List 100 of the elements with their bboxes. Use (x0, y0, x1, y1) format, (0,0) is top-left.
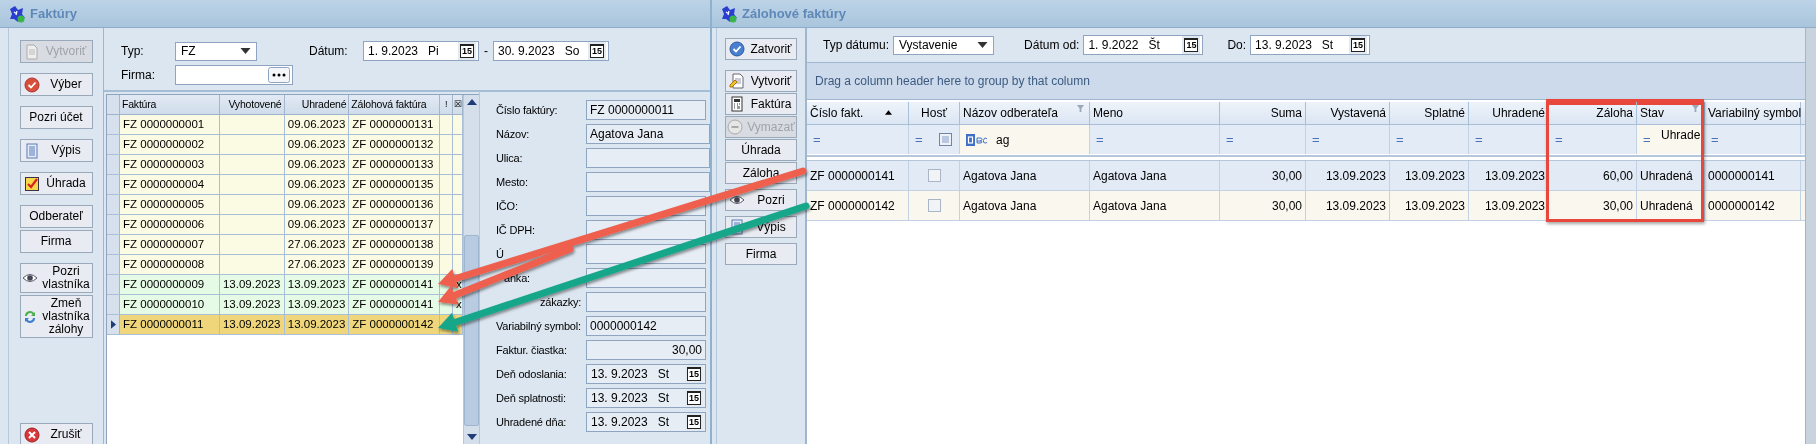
filter-operator[interactable]: = (1711, 132, 1719, 147)
date-value: 13. 9.2023 St (591, 415, 670, 429)
column-header[interactable]: Meno (1090, 102, 1220, 124)
text-field[interactable]: FZ 0000000011 (586, 100, 706, 120)
checkbox[interactable] (927, 199, 941, 212)
field-label: Variabilný symbol: (496, 320, 581, 332)
toolbar-button[interactable]: Úhrada (19, 172, 93, 195)
column-header[interactable]: Uhradené (1469, 102, 1549, 124)
type-dropdown[interactable]: FZ (175, 41, 257, 61)
column-header[interactable]: Suma (1220, 102, 1306, 124)
calendar-button[interactable]: 15 (687, 391, 701, 405)
text-field[interactable]: Agatova Jana (586, 124, 710, 144)
company-field[interactable] (175, 65, 293, 85)
date-field[interactable]: 1. 9.2022 Št 15 (1083, 35, 1204, 55)
filter-icon (1692, 105, 1699, 112)
range-separator: - (484, 44, 488, 58)
filter-operator[interactable]: = (1555, 132, 1563, 147)
table-row[interactable]: FZ 0000000011 13.09.2023 13.09.2023 ZF 0000000142 (107, 315, 463, 335)
toolbar-button[interactable]: Zatvoriť (725, 38, 797, 60)
filter-value[interactable]: Uhrade (1661, 128, 1701, 142)
column-header[interactable]: Zálohová faktúra (349, 95, 441, 114)
date-field[interactable]: 1. 9.2023 Pi 15 (363, 41, 479, 61)
toolbar-button[interactable]: Firma (19, 230, 93, 253)
filter-checkbox[interactable] (938, 133, 952, 146)
column-header[interactable]: Názov odberateľa (960, 102, 1090, 124)
table-row[interactable]: FZ 0000000002 09.06.2023 ZF 0000000132 (107, 135, 463, 155)
calendar-button[interactable]: 15 (687, 415, 701, 429)
calendar-button[interactable]: 15 (1351, 38, 1366, 52)
table-row[interactable]: ZF 0000000141 Agatova Jana Agatova Jana 30,00 13.09.2023 13.09.2023 13.09.2023 60,00 Uhradená 0000000141 (807, 161, 1805, 191)
table-cell: 13.09.2023 (219, 295, 285, 314)
date-type-dropdown[interactable]: Vystavenie (893, 35, 995, 55)
filter-operator[interactable]: = (1096, 132, 1104, 147)
table-cell: Agatova Jana (960, 161, 1090, 190)
table-row[interactable]: FZ 0000000001 09.06.2023 ZF 0000000131 (107, 115, 463, 135)
table-row[interactable]: FZ 0000000004 09.06.2023 ZF 0000000135 (107, 175, 463, 195)
filter-operator[interactable]: = (1226, 132, 1234, 147)
column-header[interactable]: Faktúra (120, 95, 220, 114)
toolbar-button[interactable]: Pozri vlastníka (19, 263, 93, 293)
column-header[interactable]: Splatné (1390, 102, 1469, 124)
table-row[interactable]: FZ 0000000008 27.06.2023 ZF 0000000139 (107, 255, 463, 275)
table-cell: FZ 0000000007 (120, 235, 220, 254)
toolbar-button[interactable]: Výpis (19, 139, 93, 162)
filter-operator[interactable]: = (813, 132, 821, 147)
scroll-down-icon[interactable] (466, 434, 477, 440)
toolbar-button[interactable]: Vytvoriť (725, 70, 797, 92)
toolbar-button[interactable]: Faktúra (725, 93, 797, 115)
table-row[interactable]: FZ 0000000003 09.06.2023 ZF 0000000133 (107, 155, 463, 175)
column-header[interactable]: Záloha (1549, 102, 1637, 124)
filter-operator[interactable]: = (1643, 132, 1651, 147)
scroll-up-icon[interactable] (466, 99, 477, 105)
amount-field[interactable]: 30,00 (586, 340, 706, 360)
date-field[interactable]: 13. 9.2023 St 15 (586, 364, 706, 384)
column-header[interactable]: Číslo fakt. (807, 102, 909, 124)
filter-operator[interactable]: = (1475, 132, 1483, 147)
text-field[interactable] (586, 148, 710, 168)
calendar-button[interactable]: 15 (687, 367, 701, 381)
toolbar-button[interactable]: Úhrada (725, 139, 797, 161)
column-header[interactable]: Stav (1637, 102, 1705, 124)
text-field[interactable] (586, 172, 710, 192)
column-header[interactable]: Uhradené (284, 95, 350, 114)
text-field[interactable] (586, 292, 706, 312)
field-label: Typ dátumu: (823, 38, 890, 52)
toolbar-button[interactable]: Odberateľ (19, 205, 93, 228)
table-cell: ZF 0000000131 (349, 115, 441, 134)
table-row[interactable]: ZF 0000000142 Agatova Jana Agatova Jana 30,00 13.09.2023 13.09.2023 13.09.2023 30,00 Uhradená 0000000142 (807, 191, 1805, 221)
date-field[interactable]: 13. 9.2023 St 15 (586, 388, 706, 408)
date-field[interactable]: 13. 9.2023 St 15 (1250, 35, 1371, 55)
filter-operator[interactable]: = (1396, 132, 1404, 147)
table-row[interactable]: FZ 0000000005 09.06.2023 ZF 0000000136 (107, 195, 463, 215)
date-field[interactable]: 13. 9.2023 St 15 (586, 412, 706, 432)
toolbar-button[interactable]: Pozri účet (19, 106, 93, 129)
field-label: zákazky: (540, 296, 582, 308)
toolbar-button[interactable]: Firma (725, 243, 797, 265)
filter-value[interactable]: ag (996, 132, 1010, 147)
calendar-button[interactable]: 15 (460, 44, 474, 58)
table-cell: 13.09.2023 (219, 315, 285, 334)
table-cell: 13.09.2023 (1306, 191, 1390, 220)
filter-operator[interactable]: = (915, 132, 923, 147)
table-cell: 09.06.2023 (284, 115, 350, 134)
table-row[interactable]: FZ 0000000009 13.09.2023 13.09.2023 ZF 0000000141 x (107, 275, 463, 295)
date-field[interactable]: 30. 9.2023 So 15 (493, 41, 609, 61)
toolbar-button[interactable]: Zmeň vlastníka zálohy (19, 295, 93, 338)
ellipsis-button[interactable] (268, 67, 290, 83)
table-row[interactable]: FZ 0000000010 13.09.2023 13.09.2023 ZF 0000000141 x (107, 295, 463, 315)
table-cell: 13.09.2023 (284, 315, 350, 334)
column-header[interactable]: ! (440, 95, 454, 114)
toolbar-button[interactable]: Výber (19, 73, 93, 96)
text-field[interactable]: 0000000142 (586, 316, 706, 336)
filter-operator[interactable]: = (1312, 132, 1320, 147)
calendar-button[interactable]: 15 (590, 44, 604, 58)
scrollbar[interactable] (463, 95, 479, 444)
column-header[interactable]: Vyhotovené (219, 95, 285, 114)
checkbox[interactable] (927, 169, 941, 182)
toolbar-button[interactable]: Zrušiť (19, 423, 93, 444)
table-row[interactable]: FZ 0000000006 09.06.2023 ZF 0000000137 (107, 215, 463, 235)
column-header[interactable]: Variabilný symbol (1705, 102, 1801, 124)
calendar-button[interactable]: 15 (1184, 38, 1199, 52)
column-header[interactable]: Hosť (909, 102, 960, 124)
table-row[interactable]: FZ 0000000007 27.06.2023 ZF 0000000138 (107, 235, 463, 255)
column-header[interactable]: Vystavená (1306, 102, 1390, 124)
